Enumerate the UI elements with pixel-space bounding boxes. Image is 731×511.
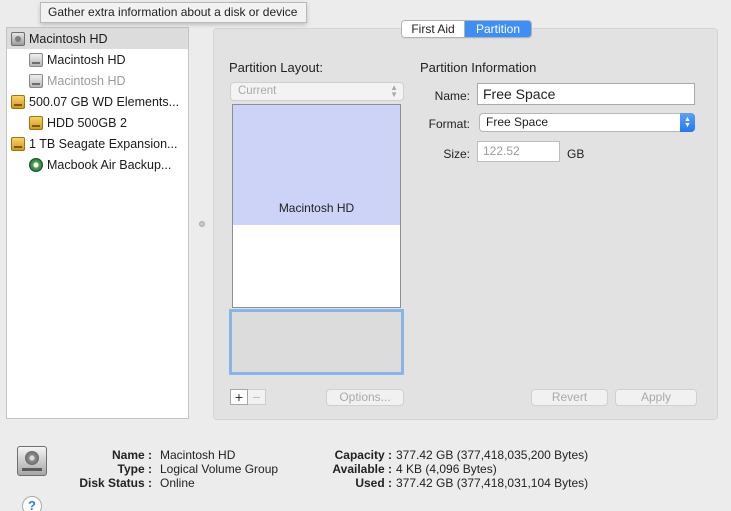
partition-scheme-value: Current [238, 85, 277, 97]
partition-macintosh-hd[interactable]: Macintosh HD [233, 105, 400, 225]
detail-used-key: Used : [355, 476, 392, 490]
partition-label: Macintosh HD [278, 201, 355, 215]
tab-first-aid[interactable]: First Aid [402, 21, 465, 37]
options-button[interactable]: Options... [326, 389, 404, 406]
chevron-updown-icon: ▲ ▼ [390, 83, 398, 99]
tab-bar: First Aid Partition [401, 20, 532, 38]
sidebar-item-macintosh-hd-volume-unmounted[interactable]: Macintosh HD [7, 70, 188, 91]
detail-status-key: Disk Status : [79, 476, 152, 490]
internal-disk-icon [11, 31, 25, 46]
format-label: Format: [428, 117, 470, 131]
detail-capacity-key: Capacity : [334, 448, 392, 462]
sidebar-item-wd-elements[interactable]: 500.07 GB WD Elements... [7, 91, 188, 112]
detail-used-value: 377.42 GB (377,418,031,104 Bytes) [396, 476, 589, 490]
disk-sidebar[interactable]: Macintosh HD Macintosh HD Macintosh HD 5… [6, 27, 189, 419]
detail-capacity-value: 377.42 GB (377,418,035,200 Bytes) [396, 448, 589, 462]
partition-free-space[interactable] [229, 309, 404, 375]
format-value: Free Space [486, 115, 549, 129]
size-field[interactable]: 122.52 [477, 141, 560, 162]
sidebar-item-label: Macintosh HD [47, 52, 126, 67]
sidebar-item-seagate-expansion[interactable]: 1 TB Seagate Expansion... [7, 133, 188, 154]
add-partition-button[interactable]: + [230, 389, 248, 405]
sidebar-item-label: Macbook Air Backup... [47, 157, 172, 172]
partition-name-field[interactable]: Free Space [477, 83, 695, 105]
detail-available-value: 4 KB (4,096 Bytes) [396, 462, 497, 476]
detail-status-value: Online [160, 476, 195, 490]
detail-available-key: Available : [332, 462, 392, 476]
partition-layout-map[interactable]: Macintosh HD [232, 104, 401, 308]
external-disk-icon [11, 136, 25, 151]
partition-add-remove: + − [230, 389, 266, 405]
detail-type-key: Type : [117, 462, 152, 476]
sidebar-item-label: HDD 500GB 2 [47, 115, 127, 130]
size-label: Size: [443, 147, 470, 161]
sidebar-item-macintosh-hd-volume[interactable]: Macintosh HD [7, 49, 188, 70]
time-machine-icon [29, 157, 43, 172]
sidebar-item-label: Macintosh HD [29, 31, 108, 46]
apply-button[interactable]: Apply [615, 389, 697, 406]
detail-name-value: Macintosh HD [160, 448, 236, 462]
external-disk-icon [11, 94, 25, 109]
sidebar-item-macintosh-hd-disk[interactable]: Macintosh HD [7, 28, 188, 49]
sidebar-item-macbook-air-backup[interactable]: Macbook Air Backup... [7, 154, 188, 175]
split-view-handle[interactable] [199, 221, 205, 227]
remove-partition-button[interactable]: − [248, 389, 266, 405]
format-popup[interactable]: Free Space ▲ ▼ [479, 113, 695, 132]
hard-disk-icon [17, 446, 47, 476]
sidebar-item-label: 500.07 GB WD Elements... [29, 94, 180, 109]
partition-scheme-popup[interactable]: Current ▲ ▼ [230, 82, 404, 101]
revert-button[interactable]: Revert [531, 389, 608, 406]
sidebar-item-label: 1 TB Seagate Expansion... [29, 136, 178, 151]
size-unit: GB [567, 147, 585, 161]
volume-icon [29, 73, 43, 88]
external-volume-icon [29, 115, 43, 130]
help-button[interactable]: ? [22, 496, 42, 511]
sidebar-item-label: Macintosh HD [47, 73, 126, 88]
tooltip: Gather extra information about a disk or… [40, 2, 307, 23]
tab-partition[interactable]: Partition [465, 21, 531, 37]
detail-type-value: Logical Volume Group [160, 462, 279, 476]
detail-name-key: Name : [111, 448, 152, 462]
partition-information-title: Partition Information [420, 60, 537, 75]
chevron-updown-icon: ▲ ▼ [680, 113, 695, 132]
sidebar-item-hdd-500gb-2[interactable]: HDD 500GB 2 [7, 112, 188, 133]
volume-icon [29, 52, 43, 67]
partition-layout-title: Partition Layout: [229, 60, 323, 75]
name-label: Name: [434, 89, 470, 103]
